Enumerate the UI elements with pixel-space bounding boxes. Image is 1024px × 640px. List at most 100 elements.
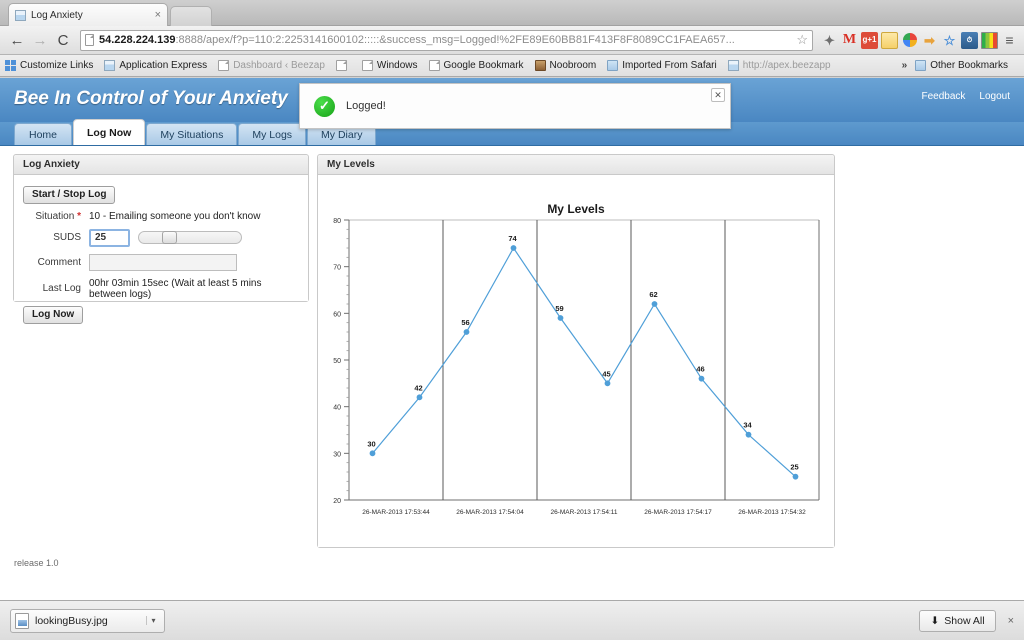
speed-gauge-icon[interactable]: ⏱: [961, 31, 978, 49]
bookmark-label: Imported From Safari: [622, 60, 717, 71]
bookmark-label: Noobroom: [549, 60, 597, 71]
svg-text:74: 74: [508, 234, 517, 243]
svg-text:34: 34: [743, 421, 752, 430]
show-all-button[interactable]: ⬇ Show All: [919, 609, 996, 632]
address-bar-host: 54.228.224.139: [99, 34, 176, 46]
download-file-name: lookingBusy.jpg: [35, 614, 108, 627]
send-to-phone-icon[interactable]: ➡: [921, 32, 938, 49]
folder-icon[interactable]: [881, 31, 898, 49]
bookmark-item[interactable]: Windows: [361, 60, 418, 71]
other-bookmarks-folder[interactable]: Other Bookmarks: [915, 60, 1008, 71]
close-icon[interactable]: ×: [155, 9, 161, 21]
address-bar-url: 54.228.224.139:8888/apex/f?p=110:2:22531…: [99, 34, 792, 46]
suds-input[interactable]: [89, 228, 130, 247]
bookmark-label: Google Bookmark: [443, 60, 524, 71]
chart-container: My Levels 20 30 40 50 60 70 80 30 42 56 74 59 45 62 46…: [318, 175, 834, 547]
svg-text:46: 46: [696, 365, 704, 374]
noobroom-icon: [534, 60, 546, 71]
address-bar[interactable]: 54.228.224.139:8888/apex/f?p=110:2:22531…: [80, 29, 813, 51]
svg-text:26-MAR-2013 17:54:32: 26-MAR-2013 17:54:32: [738, 509, 806, 516]
success-notification: ✓ Logged! ✕: [299, 83, 731, 129]
svg-text:30: 30: [367, 439, 375, 448]
required-marker: *: [77, 210, 81, 222]
page-viewport: Bee In Control of Your Anxiety Feedback …: [0, 78, 1024, 600]
new-tab-button[interactable]: [170, 6, 212, 26]
release-label: release 1.0: [14, 558, 59, 568]
log-anxiety-form: Start / Stop Log Situation * 10 - Emaili…: [14, 175, 308, 324]
blue-star-icon[interactable]: ☆: [941, 32, 958, 49]
situation-label-text: Situation: [35, 210, 75, 222]
situation-row: Situation * 10 - Emailing someone you do…: [23, 211, 299, 222]
chevron-down-icon[interactable]: ▾: [146, 616, 160, 625]
bookmark-label: Customize Links: [20, 60, 94, 71]
shelf-close-icon[interactable]: ×: [1008, 615, 1014, 627]
bookmark-label: Windows: [376, 60, 418, 71]
situation-label: Situation *: [23, 211, 89, 222]
show-all-label: Show All: [944, 614, 985, 627]
bookmark-item[interactable]: Dashboard ‹ Beezap: [218, 60, 325, 71]
bookmark-item[interactable]: Noobroom: [534, 60, 597, 71]
extension-toolbar: ✦ M g+1 ➡ ☆ ⏱ ≡: [821, 31, 1018, 49]
comment-input[interactable]: [89, 253, 237, 271]
notification-close-icon[interactable]: ✕: [711, 88, 725, 102]
logout-link[interactable]: Logout: [979, 91, 1010, 102]
comment-label: Comment: [37, 256, 81, 268]
back-icon[interactable]: ←: [6, 29, 28, 51]
reload-icon[interactable]: C: [52, 29, 74, 51]
bookmark-star-icon[interactable]: ☆: [796, 32, 808, 48]
bookmarks-overflow-icon[interactable]: »: [902, 60, 908, 71]
window-icon: [727, 60, 739, 71]
suds-slider[interactable]: [138, 231, 242, 244]
svg-text:30: 30: [333, 451, 341, 458]
address-bar-path: :8888/apex/f?p=110:2:2253141600102:::::&…: [175, 34, 735, 46]
log-anxiety-region: Log Anxiety Start / Stop Log Situation *…: [13, 154, 309, 324]
svg-text:62: 62: [649, 290, 657, 299]
svg-text:26-MAR-2013 17:54:11: 26-MAR-2013 17:54:11: [550, 509, 617, 516]
tab-log-now[interactable]: Log Now: [73, 119, 146, 145]
bookmark-item[interactable]: Imported From Safari: [607, 60, 717, 71]
download-shelf: lookingBusy.jpg ▾ ⬇ Show All ×: [0, 600, 1024, 640]
my-levels-region-title: My Levels: [318, 155, 834, 175]
comment-row: Comment: [23, 253, 299, 271]
browser-toolbar: ← → C 54.228.224.139:8888/apex/f?p=110:2…: [0, 26, 1024, 55]
download-arrow-icon: ⬇: [930, 614, 940, 627]
tab-my-situations[interactable]: My Situations: [146, 123, 238, 145]
suds-row: SUDS: [23, 228, 299, 247]
svg-text:40: 40: [333, 405, 341, 412]
wand-icon[interactable]: ✦: [821, 32, 838, 49]
svg-text:26-MAR-2013 17:54:04: 26-MAR-2013 17:54:04: [456, 509, 524, 516]
bookmarks-bar: Customize Links Application Express Dash…: [0, 55, 1024, 77]
my-levels-line-chart: 20 30 40 50 60 70 80 30 42 56 74 59 45 62 46 34 25 26-MAR…: [333, 218, 820, 516]
browser-tab[interactable]: Log Anxiety ×: [8, 3, 168, 26]
color-palette-icon[interactable]: [981, 31, 998, 49]
bookmark-item[interactable]: http://apex.beezapp: [727, 60, 831, 71]
bookmark-item[interactable]: Application Express: [104, 60, 207, 71]
tab-my-logs[interactable]: My Logs: [238, 123, 307, 145]
gmail-icon[interactable]: M: [841, 32, 858, 49]
suds-slider-thumb[interactable]: [162, 231, 178, 244]
bookmark-item[interactable]: [335, 60, 351, 71]
bookmark-item[interactable]: Google Bookmark: [428, 60, 524, 71]
situation-value: 10 - Emailing someone you don't know: [89, 210, 261, 222]
bookmark-item[interactable]: Customize Links: [5, 60, 93, 71]
page-icon: [428, 60, 440, 71]
page-info-icon: [85, 34, 94, 46]
download-item[interactable]: lookingBusy.jpg ▾: [10, 608, 165, 633]
start-stop-log-button[interactable]: Start / Stop Log: [23, 185, 116, 204]
forward-icon[interactable]: →: [29, 29, 51, 51]
svg-text:20: 20: [333, 498, 341, 505]
chrome-menu-icon[interactable]: ≡: [1001, 32, 1018, 49]
page-content: Log Anxiety Start / Stop Log Situation *…: [0, 146, 1024, 600]
svg-text:60: 60: [333, 311, 341, 318]
last-log-label: Last Log: [42, 283, 81, 294]
picasa-icon[interactable]: [901, 32, 918, 49]
google-plus-one-icon[interactable]: g+1: [861, 31, 878, 49]
bookmark-label: Application Express: [119, 60, 208, 71]
tab-home[interactable]: Home: [14, 123, 72, 145]
success-check-icon: ✓: [314, 95, 335, 117]
feedback-link[interactable]: Feedback: [921, 91, 965, 102]
svg-text:45: 45: [602, 369, 610, 378]
page-favicon-icon: [15, 9, 26, 21]
log-now-button[interactable]: Log Now: [23, 305, 84, 324]
svg-text:56: 56: [461, 318, 469, 327]
